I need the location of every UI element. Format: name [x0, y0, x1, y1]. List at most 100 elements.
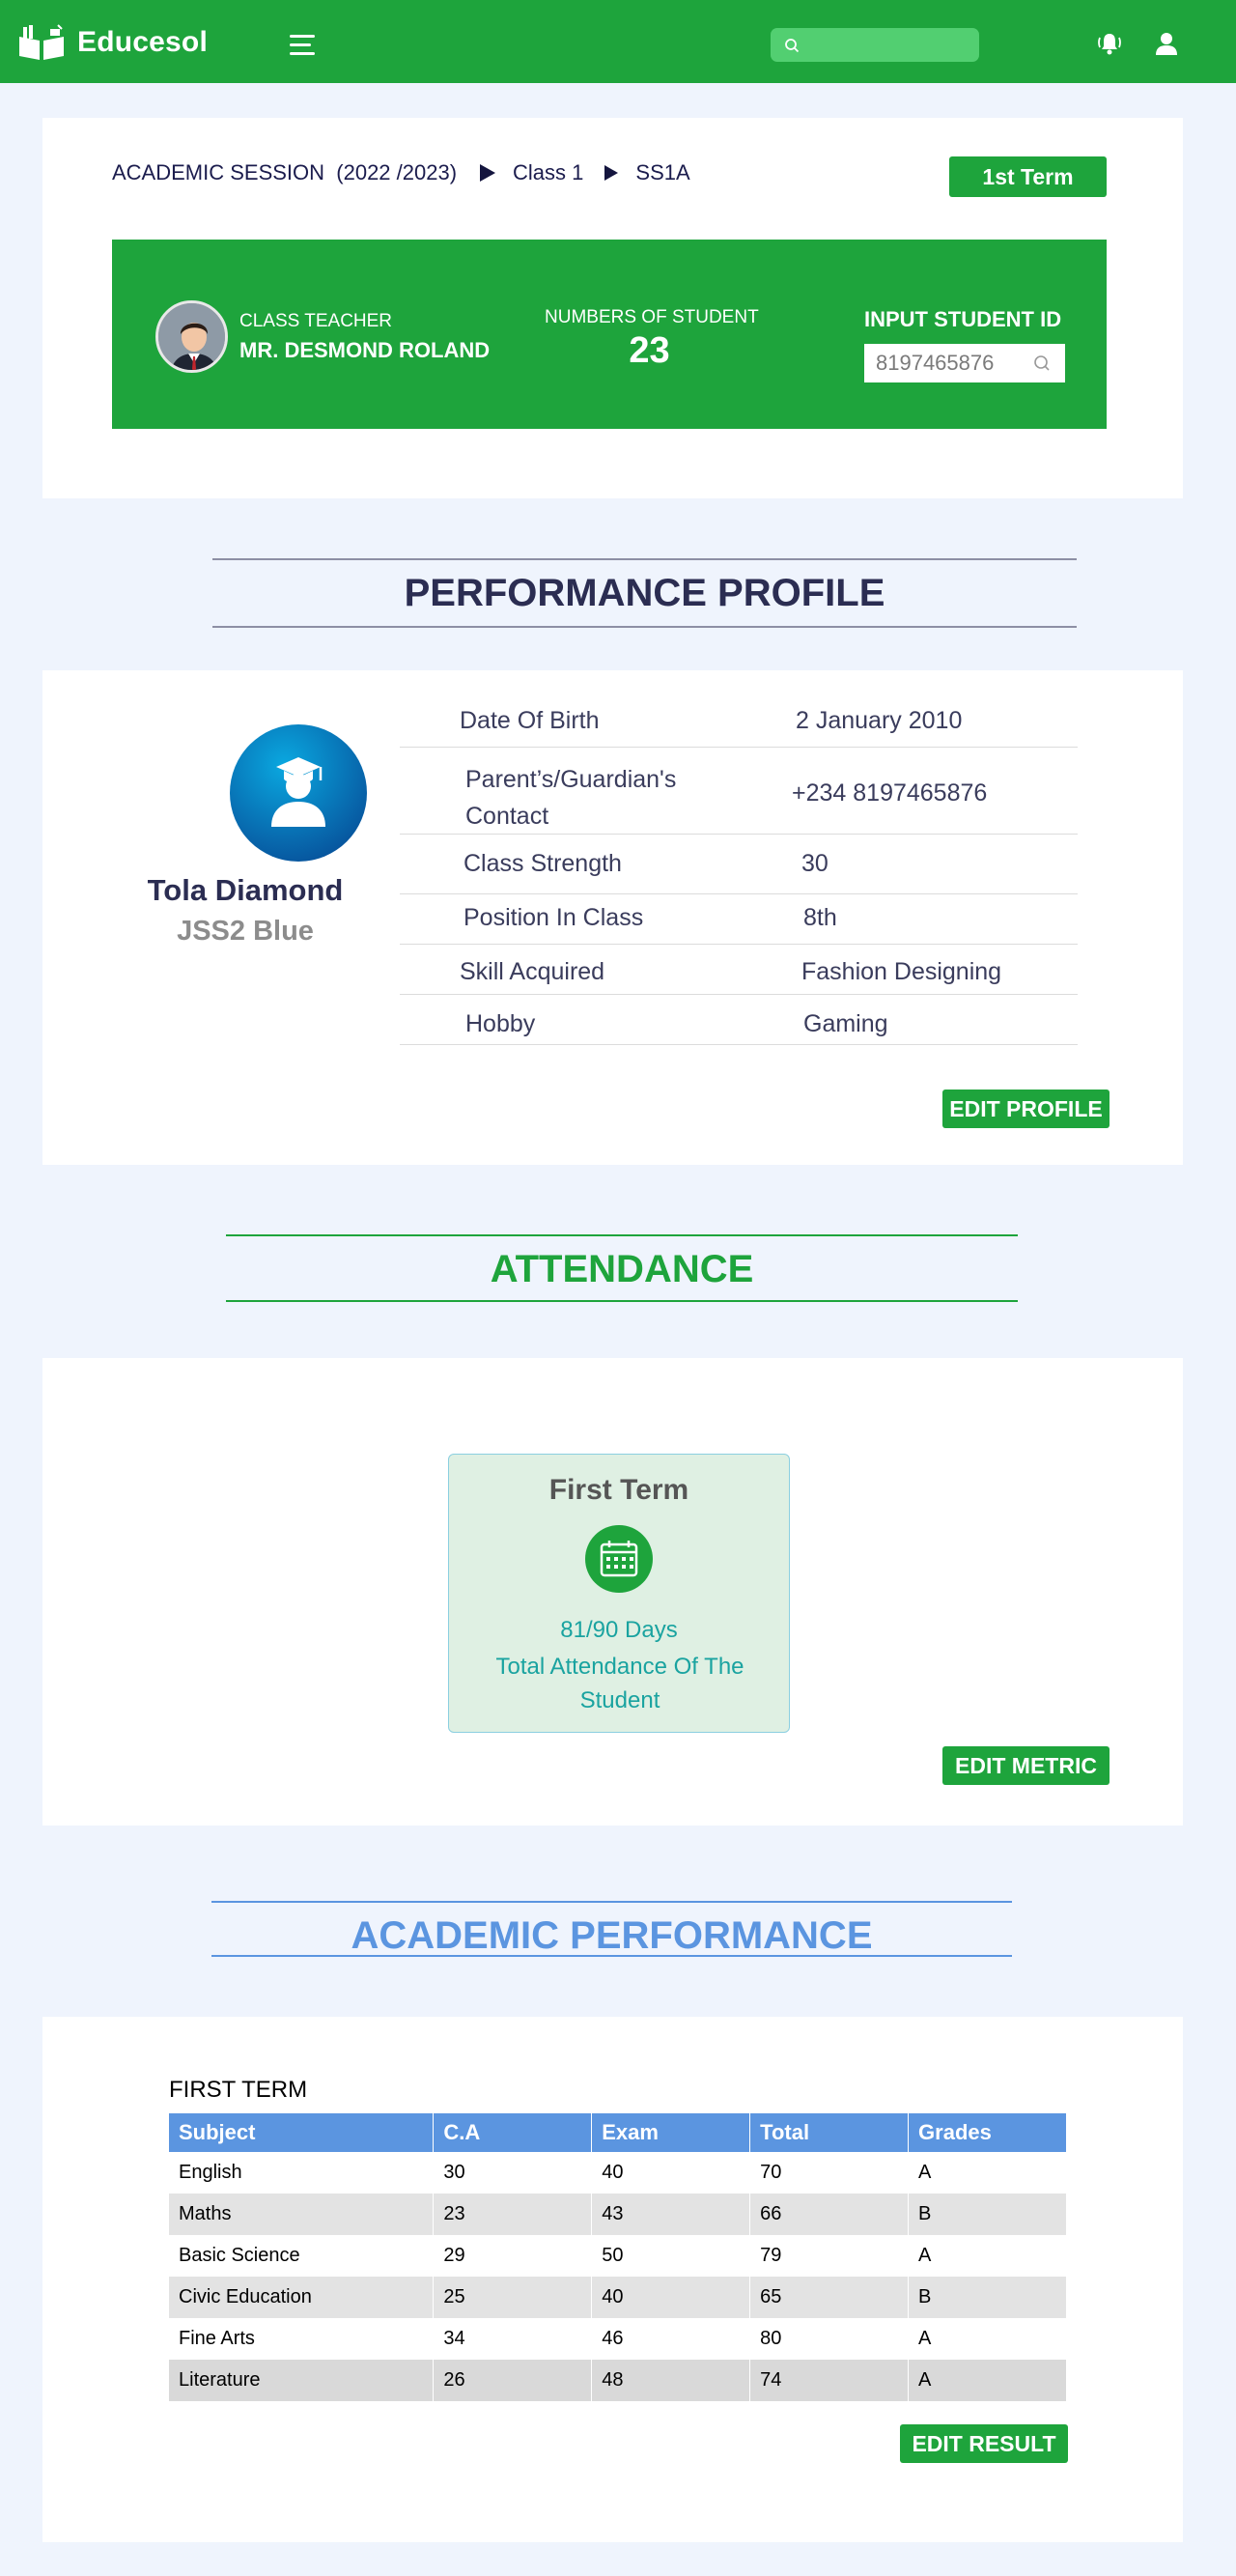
edit-profile-button[interactable]: EDIT PROFILE: [942, 1090, 1110, 1128]
search-input[interactable]: [807, 37, 971, 53]
table-cell: Basic Science: [169, 2235, 435, 2277]
table-cell: 43: [591, 2194, 751, 2235]
teacher-label: CLASS TEACHER: [239, 311, 393, 331]
attendance-metric-card[interactable]: First Term 81/90 Days Total Attendance O…: [448, 1454, 790, 1733]
table-cell: A: [908, 2318, 1067, 2360]
table-cell: 65: [749, 2277, 910, 2318]
search-icon: [785, 38, 800, 52]
profile-label: Date Of Birth: [460, 707, 600, 734]
attendance-title: ATTENDANCE: [490, 1248, 754, 1290]
results-card: FIRST TERM Subject C.A Exam Total Grades…: [42, 2017, 1183, 2542]
breadcrumb-arm[interactable]: SS1A: [635, 160, 689, 185]
table-cell: English: [169, 2152, 435, 2194]
table-cell: A: [908, 2235, 1067, 2277]
table-header-row: Subject C.A Exam Total Grades: [169, 2113, 1067, 2152]
user-icon[interactable]: [1152, 29, 1181, 58]
performance-profile-title: PERFORMANCE PROFILE: [404, 572, 885, 614]
table-cell: 40: [591, 2152, 751, 2194]
profile-row: Date Of Birth 2 January 2010: [400, 684, 1078, 748]
play-arrow-icon: [604, 165, 619, 181]
table-cell: 48: [591, 2360, 751, 2401]
teacher-name: MR. DESMOND ROLAND: [239, 338, 491, 362]
column-header: Grades: [908, 2113, 1067, 2152]
brand-logo[interactable]: Educesol: [15, 23, 208, 62]
menu-icon[interactable]: [290, 35, 315, 56]
book-logo-icon: [19, 24, 64, 60]
academic-session: ACADEMIC SESSION (2022 /2023): [112, 160, 458, 184]
table-cell: 25: [433, 2277, 593, 2318]
profile-value: +234 8197465876: [792, 779, 988, 807]
table-cell: 74: [749, 2360, 910, 2401]
divider: [211, 1955, 1012, 1957]
search-icon[interactable]: [1032, 354, 1052, 373]
edit-result-button[interactable]: EDIT RESULT: [900, 2424, 1068, 2463]
top-navbar: Educesol: [0, 0, 1236, 83]
profile-value: 8th: [803, 904, 837, 931]
profile-card: Tola Diamond JSS2 Blue Date Of Birth 2 J…: [42, 670, 1183, 1165]
profile-row: Skill Acquired Fashion Designing: [400, 945, 1078, 995]
breadcrumb-class[interactable]: Class 1: [513, 160, 583, 185]
table-row: Basic Science 29 50 79 A: [169, 2235, 1067, 2277]
table-cell: Civic Education: [169, 2277, 435, 2318]
table-cell: 66: [749, 2194, 910, 2235]
table-cell: 23: [433, 2194, 593, 2235]
table-cell: Maths: [169, 2194, 435, 2235]
table-row: Civic Education 25 40 65 B: [169, 2277, 1067, 2318]
graduate-icon: [271, 757, 325, 827]
table-cell: 30: [433, 2152, 593, 2194]
table-cell: Fine Arts: [169, 2318, 435, 2360]
attendance-days: 81/90 Days: [560, 1617, 678, 1643]
student-id-label: INPUT STUDENT ID: [864, 307, 1062, 331]
class-info-box: CLASS TEACHER MR. DESMOND ROLAND NUMBERS…: [112, 240, 1107, 429]
session-card: ACADEMIC SESSION (2022 /2023) Class 1 SS…: [42, 118, 1183, 498]
attendance-description: Total Attendance Of The Student: [495, 1654, 744, 1713]
divider: [212, 626, 1077, 628]
student-name: Tola Diamond: [147, 873, 344, 907]
table-cell: B: [908, 2277, 1067, 2318]
profile-value: 30: [801, 850, 829, 877]
divider: [212, 558, 1077, 560]
profile-value: Gaming: [803, 1010, 888, 1037]
profile-row: Position In Class 8th: [400, 894, 1078, 945]
profile-value: Fashion Designing: [801, 958, 1002, 985]
brand-name: Educesol: [77, 26, 208, 58]
divider: [226, 1234, 1018, 1236]
table-cell: 29: [433, 2235, 593, 2277]
student-id-input[interactable]: [876, 351, 1032, 376]
table-cell: 79: [749, 2235, 910, 2277]
students-label: NUMBERS OF STUDENT: [545, 307, 759, 327]
attendance-card: First Term 81/90 Days Total Attendance O…: [42, 1358, 1183, 1826]
table-cell: 34: [433, 2318, 593, 2360]
profile-label: Position In Class: [464, 904, 644, 931]
calendar-icon: [585, 1525, 653, 1593]
profile-label: Hobby: [465, 1010, 536, 1037]
results-table: Subject C.A Exam Total Grades English 30…: [169, 2113, 1067, 2401]
column-header: Exam: [591, 2113, 751, 2152]
table-row: English 30 40 70 A: [169, 2152, 1067, 2194]
profile-value: 2 January 2010: [796, 707, 963, 734]
bell-icon[interactable]: [1095, 29, 1124, 58]
profile-label: Skill Acquired: [460, 958, 605, 985]
academic-performance-title: ACADEMIC PERFORMANCE: [351, 1914, 873, 1957]
table-cell: 50: [591, 2235, 751, 2277]
term-button[interactable]: 1st Term: [949, 156, 1107, 197]
teacher-avatar: [155, 300, 228, 373]
table-row: Fine Arts 34 46 80 A: [169, 2318, 1067, 2360]
profile-label: Class Strength: [464, 850, 622, 877]
column-header: Subject: [169, 2113, 435, 2152]
table-row: Maths 23 43 66 B: [169, 2194, 1067, 2235]
column-header: Total: [749, 2113, 910, 2152]
search-bar[interactable]: [771, 28, 979, 62]
profile-row: Hobby Gaming: [400, 995, 1078, 1045]
attendance-term: First Term: [548, 1474, 689, 1506]
student-id-field[interactable]: [864, 344, 1065, 382]
table-cell: 26: [433, 2360, 593, 2401]
results-term: FIRST TERM: [169, 2077, 308, 2103]
profile-row: Parent’s/Guardian's Contact +234 8197465…: [400, 748, 1078, 835]
breadcrumb: ACADEMIC SESSION (2022 /2023) Class 1 SS…: [112, 160, 690, 185]
table-cell: Literature: [169, 2360, 435, 2401]
table-cell: 46: [591, 2318, 751, 2360]
table-row: Literature 26 48 74 A: [169, 2360, 1067, 2401]
table-cell: 80: [749, 2318, 910, 2360]
edit-metric-button[interactable]: EDIT METRIC: [942, 1746, 1110, 1785]
